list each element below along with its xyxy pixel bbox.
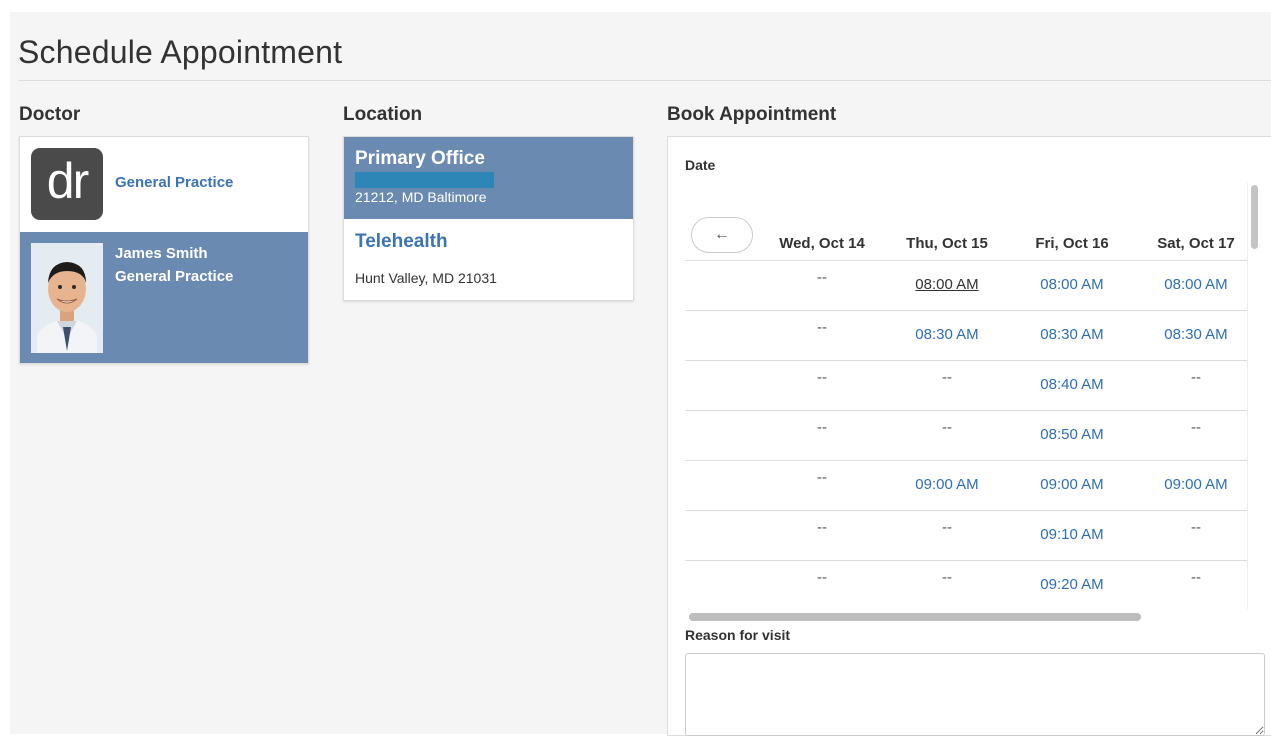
practice-name: General Practice [115, 174, 234, 191]
time-slot[interactable]: 08:30 AM [1136, 326, 1251, 343]
unavailable-slot: -- [1191, 369, 1201, 386]
time-slot[interactable]: 08:00 AM [1012, 276, 1132, 293]
time-slot[interactable]: 08:30 AM [887, 326, 1007, 343]
unavailable-slot: -- [817, 369, 827, 386]
time-slot[interactable]: 09:20 AM [1012, 576, 1132, 593]
location-heading: Location [343, 104, 423, 125]
schedule-page: Schedule Appointment Doctor Location Boo… [10, 12, 1271, 736]
slot-row-divider [685, 260, 1249, 261]
reason-label: Reason for visit [685, 627, 791, 643]
location-name: Telehealth [355, 231, 448, 252]
slot-row-divider [685, 510, 1249, 511]
location-address: Hunt Valley, MD 21031 [355, 270, 497, 286]
book-appointment-panel: Date ← Wed, Oct 14 Thu, Oct 15 Fri, Oct 16… [667, 136, 1271, 736]
slot-row-divider [685, 560, 1249, 561]
unavailable-slot: -- [817, 319, 827, 336]
unavailable-slot: -- [942, 369, 952, 386]
location-panel: Primary Office 21212, MD Baltimore Teleh… [343, 136, 634, 301]
day-header: Wed, Oct 14 [779, 235, 865, 252]
unavailable-slot: -- [1191, 569, 1201, 586]
previous-days-button[interactable]: ← [691, 217, 753, 253]
practice-logo: dr [31, 148, 103, 220]
unavailable-slot: -- [1191, 419, 1201, 436]
slot-row-divider [685, 360, 1249, 361]
time-slot[interactable]: 08:30 AM [1012, 326, 1132, 343]
unavailable-slot: -- [1191, 519, 1201, 536]
time-slot[interactable]: 08:40 AM [1012, 376, 1132, 393]
location-name: Primary Office [355, 148, 485, 169]
slot-row-divider [685, 310, 1249, 311]
slot-row-divider [685, 460, 1249, 461]
unavailable-slot: -- [942, 419, 952, 436]
unavailable-slot: -- [817, 469, 827, 486]
unavailable-slot: -- [942, 519, 952, 536]
page-title: Schedule Appointment [18, 34, 343, 70]
time-slot-grid[interactable]: ← Wed, Oct 14 Thu, Oct 15 Fri, Oct 16 Sat, … [685, 183, 1251, 623]
time-slot[interactable]: 08:00 AM [887, 276, 1007, 293]
day-header: Fri, Oct 16 [1035, 235, 1109, 252]
time-slot[interactable]: 09:00 AM [1012, 476, 1132, 493]
time-slot[interactable]: 09:00 AM [1136, 476, 1251, 493]
time-slot[interactable]: 08:50 AM [1012, 426, 1132, 443]
time-slot[interactable]: 09:10 AM [1012, 526, 1132, 543]
redacted-address-line [355, 172, 494, 188]
day-header: Sat, Oct 17 [1157, 235, 1235, 252]
unavailable-slot: -- [817, 419, 827, 436]
practice-option[interactable]: dr General Practice [20, 137, 308, 232]
location-address: 21212, MD Baltimore [355, 189, 487, 205]
doctor-heading: Doctor [19, 104, 81, 125]
time-slot[interactable]: 09:00 AM [887, 476, 1007, 493]
slot-row-divider [685, 410, 1249, 411]
unavailable-slot: -- [817, 269, 827, 286]
book-heading: Book Appointment [667, 104, 837, 125]
reason-for-visit-input[interactable] [685, 653, 1265, 736]
doctor-name: James Smith [115, 245, 208, 262]
doctor-avatar [31, 243, 103, 353]
doctor-option-selected[interactable]: James Smith General Practice [20, 232, 308, 363]
doctor-panel: dr General Practice James Smith General … [19, 136, 309, 364]
date-label: Date [685, 157, 716, 173]
day-header: Thu, Oct 15 [906, 235, 988, 252]
time-slot[interactable]: 08:00 AM [1136, 276, 1251, 293]
title-divider [18, 80, 1271, 81]
arrow-left-icon: ← [714, 226, 730, 243]
unavailable-slot: -- [942, 569, 952, 586]
location-option-primary-office[interactable]: Primary Office 21212, MD Baltimore [344, 137, 633, 219]
unavailable-slot: -- [817, 519, 827, 536]
unavailable-slot: -- [817, 569, 827, 586]
horizontal-scrollbar-thumb[interactable] [689, 613, 1141, 621]
doctor-specialty: General Practice [115, 268, 234, 285]
vertical-scrollbar-thumb[interactable] [1251, 185, 1258, 249]
